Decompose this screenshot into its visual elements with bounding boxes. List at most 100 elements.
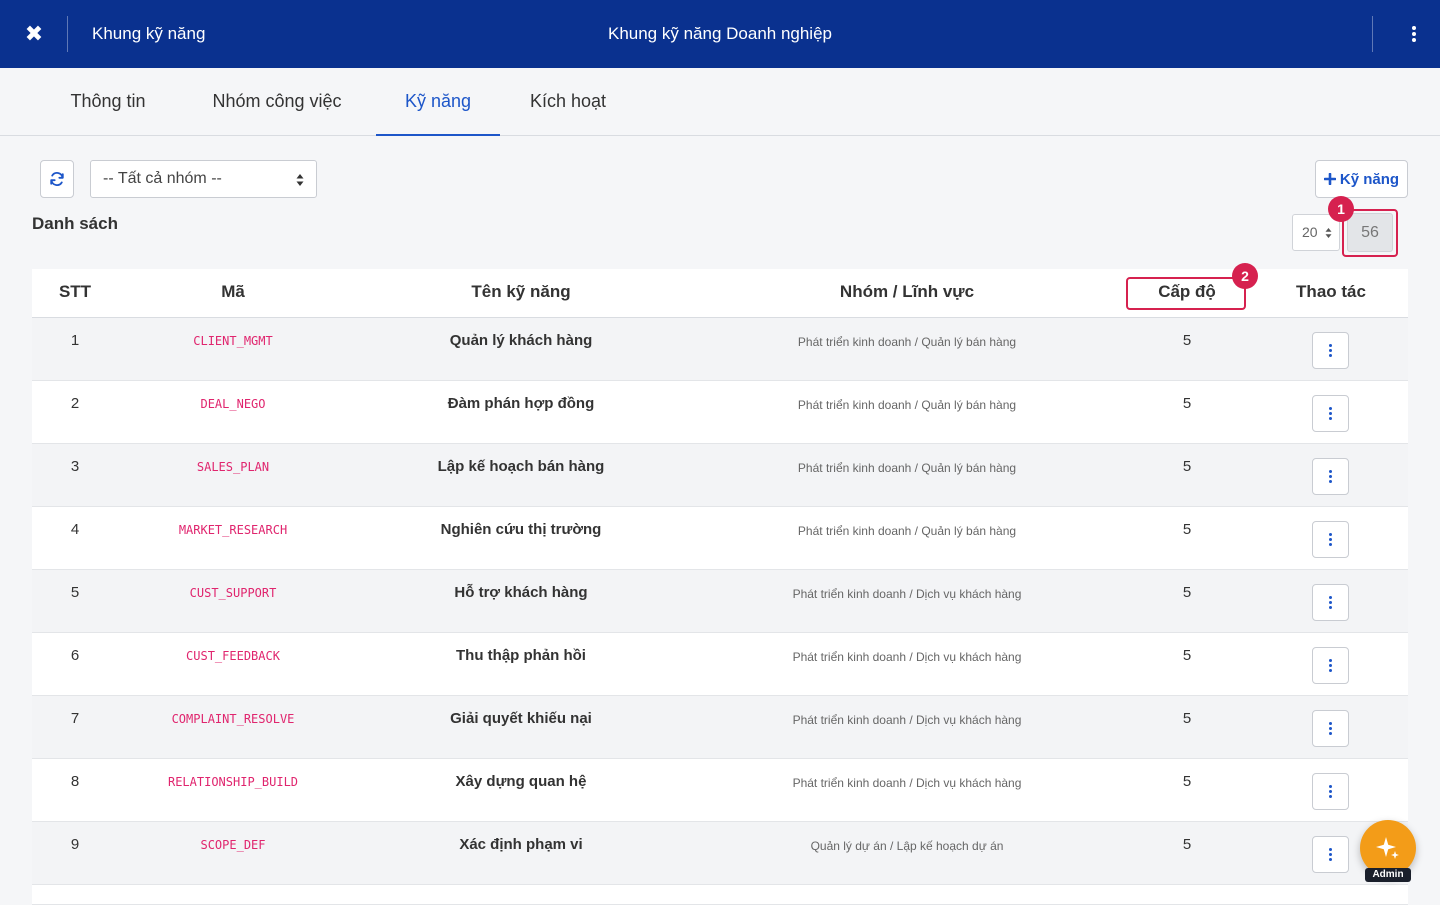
kebab-icon (1329, 848, 1332, 861)
row-level: 5 (1182, 710, 1192, 727)
more-options-button[interactable] (1394, 22, 1434, 46)
kebab-icon (1329, 407, 1332, 420)
row-actions-button[interactable] (1312, 395, 1349, 432)
row-level: 5 (1182, 584, 1192, 601)
row-group: Phát triển kinh doanh / Dịch vụ khách hà… (792, 587, 1022, 601)
admin-badge: Admin (1365, 868, 1411, 882)
table-header: STT Mã Tên kỹ năng Nhóm / Lĩnh vực Cấp đ… (32, 269, 1408, 318)
row-name: Quản lý khách hàng (449, 332, 593, 349)
row-name: Giải quyết khiếu nại (450, 710, 592, 727)
row-code: SALES_PLAN (196, 460, 270, 474)
list-title: Danh sách (32, 214, 118, 233)
row-group: Phát triển kinh doanh / Dịch vụ khách hà… (792, 776, 1022, 790)
total-count: 56 (1347, 213, 1393, 252)
tab-info[interactable]: Thông tin (40, 68, 176, 136)
row-level: 5 (1182, 395, 1192, 412)
kebab-icon (1329, 470, 1332, 483)
row-level: 5 (1182, 773, 1192, 790)
group-filter-select[interactable]: -- Tất cả nhóm -- (90, 160, 317, 198)
table-row: 7 COMPLAINT_RESOLVE Giải quyết khiếu nại… (32, 696, 1408, 759)
row-stt: 5 (70, 584, 80, 601)
row-code: CUST_FEEDBACK (186, 649, 280, 663)
tab-activation[interactable]: Kích hoạt (500, 68, 636, 136)
row-stt: 4 (70, 521, 80, 538)
row-actions-button[interactable] (1312, 647, 1349, 684)
row-name: Đàm phán hợp đồng (447, 395, 595, 412)
row-name: Xác định phạm vi (459, 836, 583, 853)
col-actions: Thao tác (1296, 282, 1366, 301)
close-button[interactable]: ✖ (0, 0, 68, 68)
row-group: Quản lý dự án / Lập kế hoạch dự án (810, 839, 1004, 853)
row-name: Thu thập phản hồi (456, 647, 586, 664)
header-divider (67, 16, 68, 52)
row-stt: 2 (70, 395, 80, 412)
table-row: 6 CUST_FEEDBACK Thu thập phản hồi Phát t… (32, 633, 1408, 696)
row-stt: 3 (70, 458, 80, 475)
col-name: Tên kỹ năng (471, 282, 571, 301)
row-actions-button[interactable] (1312, 458, 1349, 495)
table-row: 4 MARKET_RESEARCH Nghiên cứu thị trường … (32, 507, 1408, 570)
row-group: Phát triển kinh doanh / Quản lý bán hàng (797, 398, 1017, 412)
row-code: SCOPE_DEF (200, 838, 266, 852)
row-code: RELATIONSHIP_BUILD (167, 775, 299, 789)
row-actions-button[interactable] (1312, 521, 1349, 558)
table-row: 2 DEAL_NEGO Đàm phán hợp đồng Phát triển… (32, 381, 1408, 444)
kebab-icon (1329, 344, 1332, 357)
add-skill-button[interactable]: Kỹ năng (1315, 160, 1408, 198)
row-name: Nghiên cứu thị trường (440, 521, 602, 538)
row-level: 5 (1182, 521, 1192, 538)
row-code: CUST_SUPPORT (189, 586, 277, 600)
row-actions-button[interactable] (1312, 710, 1349, 747)
sparkle-icon (1376, 837, 1399, 859)
select-arrows-icon (1325, 228, 1332, 238)
kebab-icon (1329, 785, 1332, 798)
row-group: Phát triển kinh doanh / Quản lý bán hàng (797, 461, 1017, 475)
table-row: 5 CUST_SUPPORT Hỗ trợ khách hàng Phát tr… (32, 570, 1408, 633)
select-arrows-icon (296, 174, 304, 186)
kebab-icon (1412, 26, 1416, 42)
row-group: Phát triển kinh doanh / Dịch vụ khách hà… (792, 713, 1022, 727)
row-actions-button[interactable] (1312, 584, 1349, 621)
row-name: Xây dựng quan hệ (455, 773, 587, 790)
col-code: Mã (221, 282, 245, 301)
row-name: Hỗ trợ khách hàng (454, 584, 588, 601)
app-header: ✖ Khung kỹ năng Khung kỹ năng Doanh nghi… (0, 0, 1440, 68)
row-code: DEAL_NEGO (200, 397, 266, 411)
skills-table: STT Mã Tên kỹ năng Nhóm / Lĩnh vực Cấp đ… (32, 269, 1408, 905)
row-code: MARKET_RESEARCH (178, 523, 288, 537)
tab-job-groups[interactable]: Nhóm công việc (178, 68, 376, 136)
header-divider (1372, 16, 1373, 52)
add-skill-label: Kỹ năng (1339, 170, 1400, 188)
tab-skills[interactable]: Kỹ năng (376, 68, 500, 136)
marker-2-badge: 2 (1232, 263, 1258, 289)
row-group: Phát triển kinh doanh / Quản lý bán hàng (797, 335, 1017, 349)
table-row-partial (32, 885, 1408, 905)
row-stt: 7 (70, 710, 80, 727)
row-stt: 9 (70, 836, 80, 853)
col-stt: STT (58, 282, 92, 301)
row-name: Lập kế hoạch bán hàng (437, 458, 605, 475)
page-title: Khung kỹ năng Doanh nghiệp (607, 24, 832, 43)
refresh-button[interactable] (40, 160, 74, 198)
kebab-icon (1329, 596, 1332, 609)
table-row: 3 SALES_PLAN Lập kế hoạch bán hàng Phát … (32, 444, 1408, 507)
marker-1-badge: 1 (1328, 196, 1354, 222)
kebab-icon (1329, 659, 1332, 672)
refresh-icon (50, 172, 64, 186)
row-group: Phát triển kinh doanh / Quản lý bán hàng (797, 524, 1017, 538)
row-level: 5 (1182, 332, 1192, 349)
row-actions-button[interactable] (1312, 773, 1349, 810)
close-icon: ✖ (24, 21, 44, 46)
app-title: Khung kỹ năng (92, 24, 206, 43)
kebab-icon (1329, 533, 1332, 546)
row-level: 5 (1182, 836, 1192, 853)
plus-icon (1323, 173, 1336, 185)
row-stt: 1 (70, 332, 80, 349)
tab-bar: Thông tin Nhóm công việc Kỹ năng Kích ho… (0, 68, 1440, 136)
row-stt: 6 (70, 647, 80, 664)
table-row: 9 SCOPE_DEF Xác định phạm vi Quản lý dự … (32, 822, 1408, 885)
row-actions-button[interactable] (1312, 332, 1349, 369)
row-actions-button[interactable] (1312, 836, 1349, 873)
table-row: 1 CLIENT_MGMT Quản lý khách hàng Phát tr… (32, 318, 1408, 381)
group-filter-value: -- Tất cả nhóm -- (103, 170, 222, 187)
